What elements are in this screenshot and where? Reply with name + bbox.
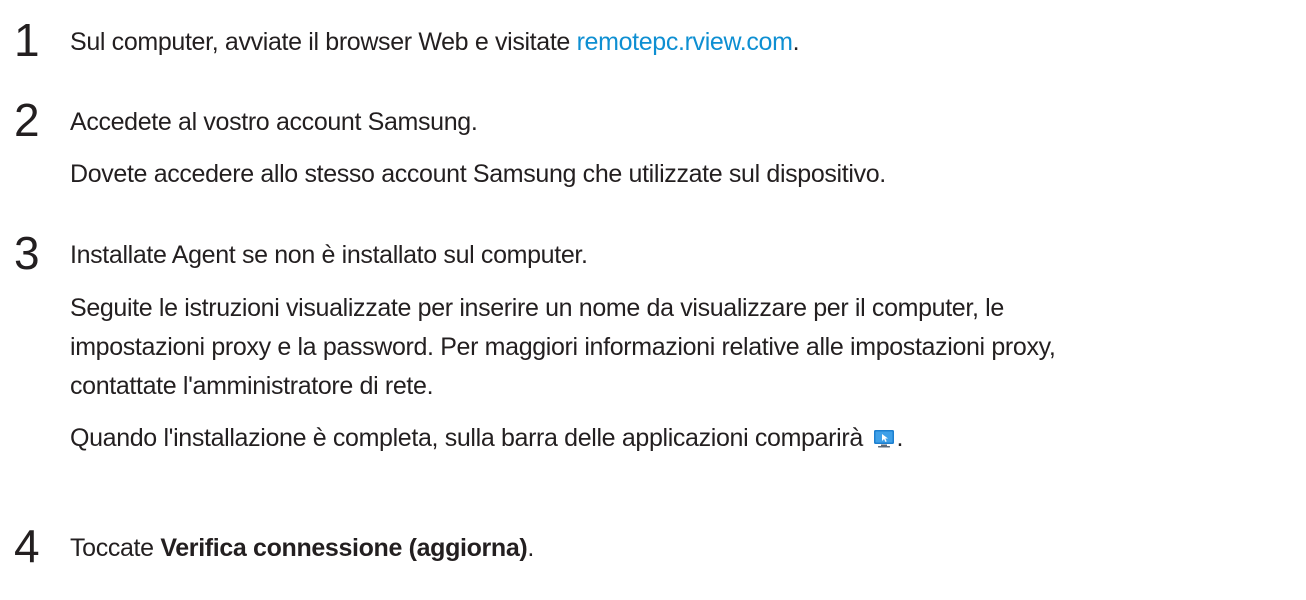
step-number: 3 <box>14 227 40 279</box>
step-instruction: Accedete al vostro account Samsung. <box>70 108 478 136</box>
step-instruction: Toccate Verifica connessione (aggiorna). <box>70 529 1304 568</box>
instruction-punctuation: . <box>527 534 534 562</box>
step-instruction: Installate Agent se non è installato sul… <box>70 241 588 269</box>
step-number: 1 <box>14 14 40 66</box>
step-instruction: Sul computer, avviate il browser Web e v… <box>70 23 1304 62</box>
step-note-line: contattate l'amministratore di rete. <box>70 372 434 400</box>
instruction-text: Sul computer, avviate il browser Web e v… <box>70 28 577 56</box>
verify-connection-label: Verifica connessione (aggiorna) <box>160 534 528 562</box>
step-number: 2 <box>14 94 40 146</box>
website-link[interactable]: remotepc.rview.com <box>577 28 793 56</box>
step-number: 4 <box>14 520 40 572</box>
step-note-line: impostazioni proxy e la password. Per ma… <box>70 333 1056 361</box>
step-note: Dovete accedere allo stesso account Sams… <box>70 160 886 188</box>
remote-pc-agent-icon <box>873 421 895 448</box>
note-text: Quando l'installazione è completa, sulla… <box>70 424 870 452</box>
step-note: Quando l'installazione è completa, sulla… <box>70 419 1304 458</box>
instruction-punctuation: . <box>792 28 800 56</box>
instruction-text: Toccate <box>70 534 161 562</box>
step-note-line: Seguite le istruzioni visualizzate per i… <box>70 294 1004 322</box>
note-punctuation: . <box>896 424 904 452</box>
